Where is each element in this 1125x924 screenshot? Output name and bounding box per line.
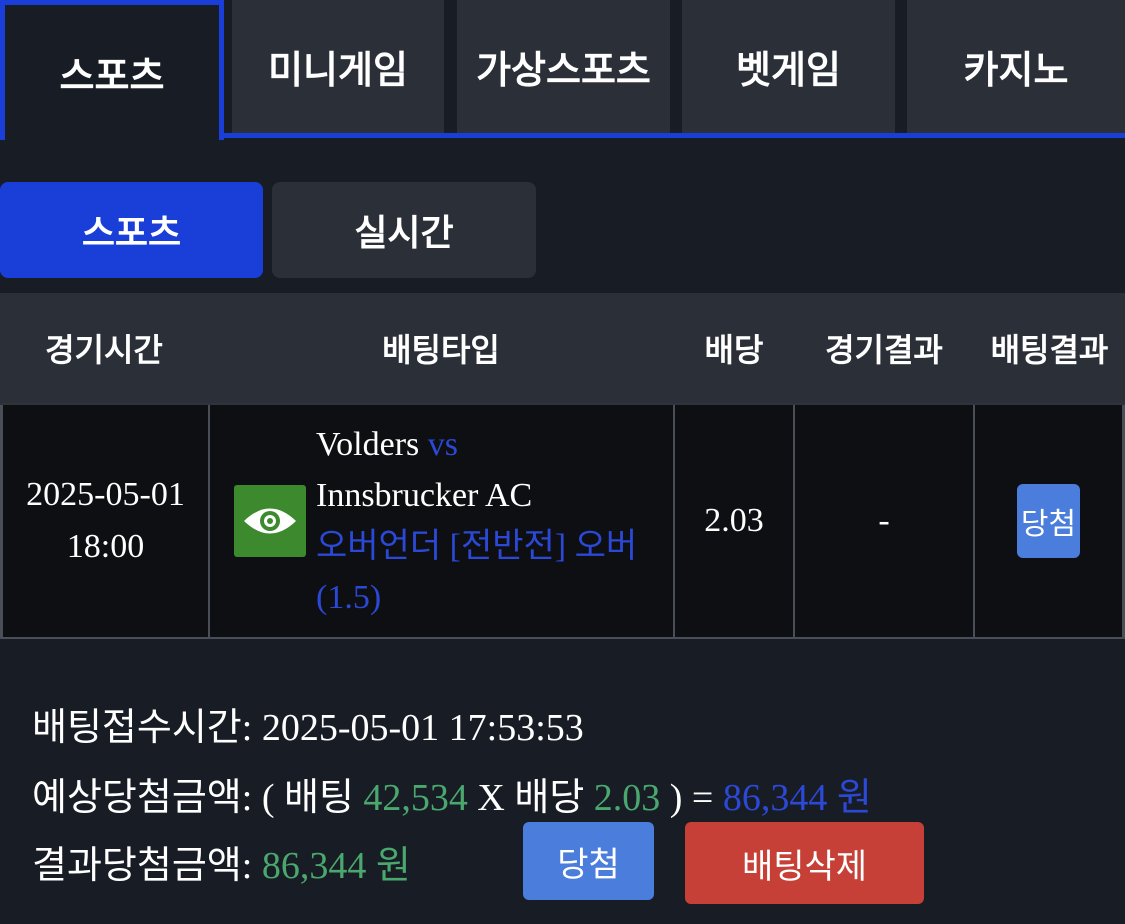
win-button[interactable]: 당첨 [523, 822, 654, 900]
times-sign: X [477, 777, 505, 819]
delete-bet-button[interactable]: 배팅삭제 [685, 822, 924, 904]
open-paren: ( [261, 777, 275, 819]
tab-virtual-sports[interactable]: 가상스포츠 [457, 0, 670, 133]
eye-icon[interactable] [234, 485, 306, 557]
tab-betgame[interactable]: 벳게임 [682, 0, 895, 133]
home-team: Volders [316, 426, 420, 463]
bet-word: 배팅 [283, 777, 354, 819]
odds-amount: 2.03 [593, 777, 661, 819]
result-win-label: 결과당첨금액: [32, 845, 253, 887]
bet-amount: 42,534 [363, 777, 468, 819]
bet-type-line-2: (1.5) [316, 579, 382, 616]
expected-win-label: 예상당첨금액: [32, 777, 253, 819]
game-date: 2025-05-01 [26, 476, 185, 513]
game-result-cell: - [795, 405, 975, 637]
odds-word: 배당 [514, 777, 585, 819]
tab-casino[interactable]: 카지노 [907, 0, 1125, 133]
header-bet-result: 배팅결과 [990, 331, 1109, 369]
odds-value: 2.03 [704, 502, 764, 539]
expected-win-line: 예상당첨금액: ( 배팅 42,534 X 배당 2.03 ) = 86,344… [32, 766, 872, 821]
accept-time-value: 2025-05-01 17:53:53 [261, 707, 584, 749]
game-result-value: - [878, 502, 890, 539]
bet-type-line-1: 오버언더 [전반전] 오버 [316, 528, 638, 565]
accept-time-label: 배팅접수시간: [32, 707, 253, 749]
header-game-time: 경기시간 [45, 331, 163, 369]
table-row: 2025-05-01 18:00 Volders vs Innsbrucker … [0, 403, 1125, 639]
away-team: Innsbrucker AC [316, 477, 533, 514]
close-paren-equals: ) = [669, 777, 714, 819]
subtab-live[interactable]: 실시간 [272, 182, 536, 278]
bet-result-cell: 당첨 [975, 405, 1125, 637]
result-win-line: 결과당첨금액: 86,344 원 [32, 834, 411, 889]
bet-table-header: 경기시간 배팅타입 배당 경기결과 배팅결과 [0, 293, 1125, 403]
subtab-sports[interactable]: 스포츠 [0, 182, 263, 278]
bet-description: Volders vs Innsbrucker AC 오버언더 [전반전] 오버 … [316, 419, 637, 623]
main-category-tabs: 스포츠 미니게임 가상스포츠 벳게임 카지노 [0, 0, 1125, 140]
bet-result-badge: 당첨 [1017, 484, 1080, 558]
tab-minigame[interactable]: 미니게임 [232, 0, 444, 133]
game-time-cell: 2025-05-01 18:00 [0, 405, 210, 637]
tab-sports[interactable]: 스포츠 [0, 0, 224, 140]
header-game-result: 경기결과 [825, 331, 943, 369]
odds-cell: 2.03 [675, 405, 795, 637]
result-win-amount: 86,344 원 [261, 845, 411, 887]
game-time: 18:00 [66, 528, 145, 565]
accept-time-line: 배팅접수시간: 2025-05-01 17:53:53 [32, 696, 584, 751]
vs-label: vs [427, 426, 458, 463]
header-bet-type: 배팅타입 [382, 331, 500, 369]
expected-win-amount: 86,344 원 [722, 777, 872, 819]
bet-type-cell: Volders vs Innsbrucker AC 오버언더 [전반전] 오버 … [210, 405, 675, 637]
match-line-1: Volders vs [316, 419, 637, 470]
header-odds: 배당 [704, 331, 764, 369]
